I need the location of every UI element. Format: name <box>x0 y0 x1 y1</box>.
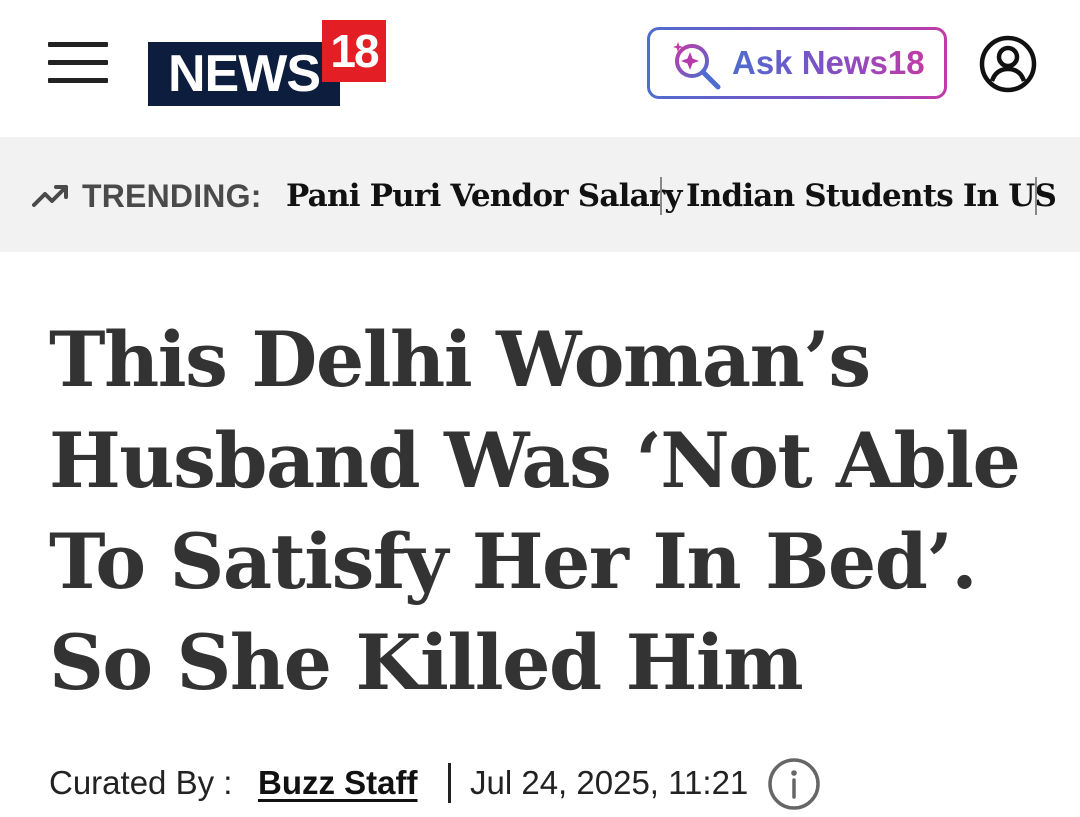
author-link[interactable]: Buzz Staff <box>258 760 418 806</box>
trending-item-pani-puri[interactable]: Pani Puri Vendor Salary <box>286 172 682 220</box>
logo-number: 18 <box>322 20 386 82</box>
sparkle-search-icon <box>673 42 721 90</box>
hamburger-menu-icon[interactable] <box>48 42 108 84</box>
news18-logo[interactable]: NEWS 18 <box>148 20 386 106</box>
byline-label: Curated By : <box>49 764 233 801</box>
ask-news18-button[interactable]: Ask News18 <box>647 27 947 99</box>
ask-news18-label: Ask News18 <box>732 30 925 96</box>
byline-divider <box>448 763 451 803</box>
publish-date: Jul 24, 2025, 11:21 <box>470 764 749 801</box>
trending-item-indian-students[interactable]: Indian Students In US <box>686 172 1057 220</box>
article-headline: This Delhi Woman’s Husband Was ‘Not Able… <box>49 315 1021 707</box>
trending-divider <box>1035 177 1037 215</box>
trending-up-icon <box>32 185 68 207</box>
user-profile-icon[interactable] <box>979 35 1037 93</box>
site-header: NEWS 18 Ask News18 <box>0 0 1080 137</box>
info-icon[interactable] <box>767 757 821 811</box>
trending-divider <box>660 177 662 215</box>
logo-text: NEWS <box>148 42 340 106</box>
trending-label: TRENDING: <box>82 178 262 214</box>
